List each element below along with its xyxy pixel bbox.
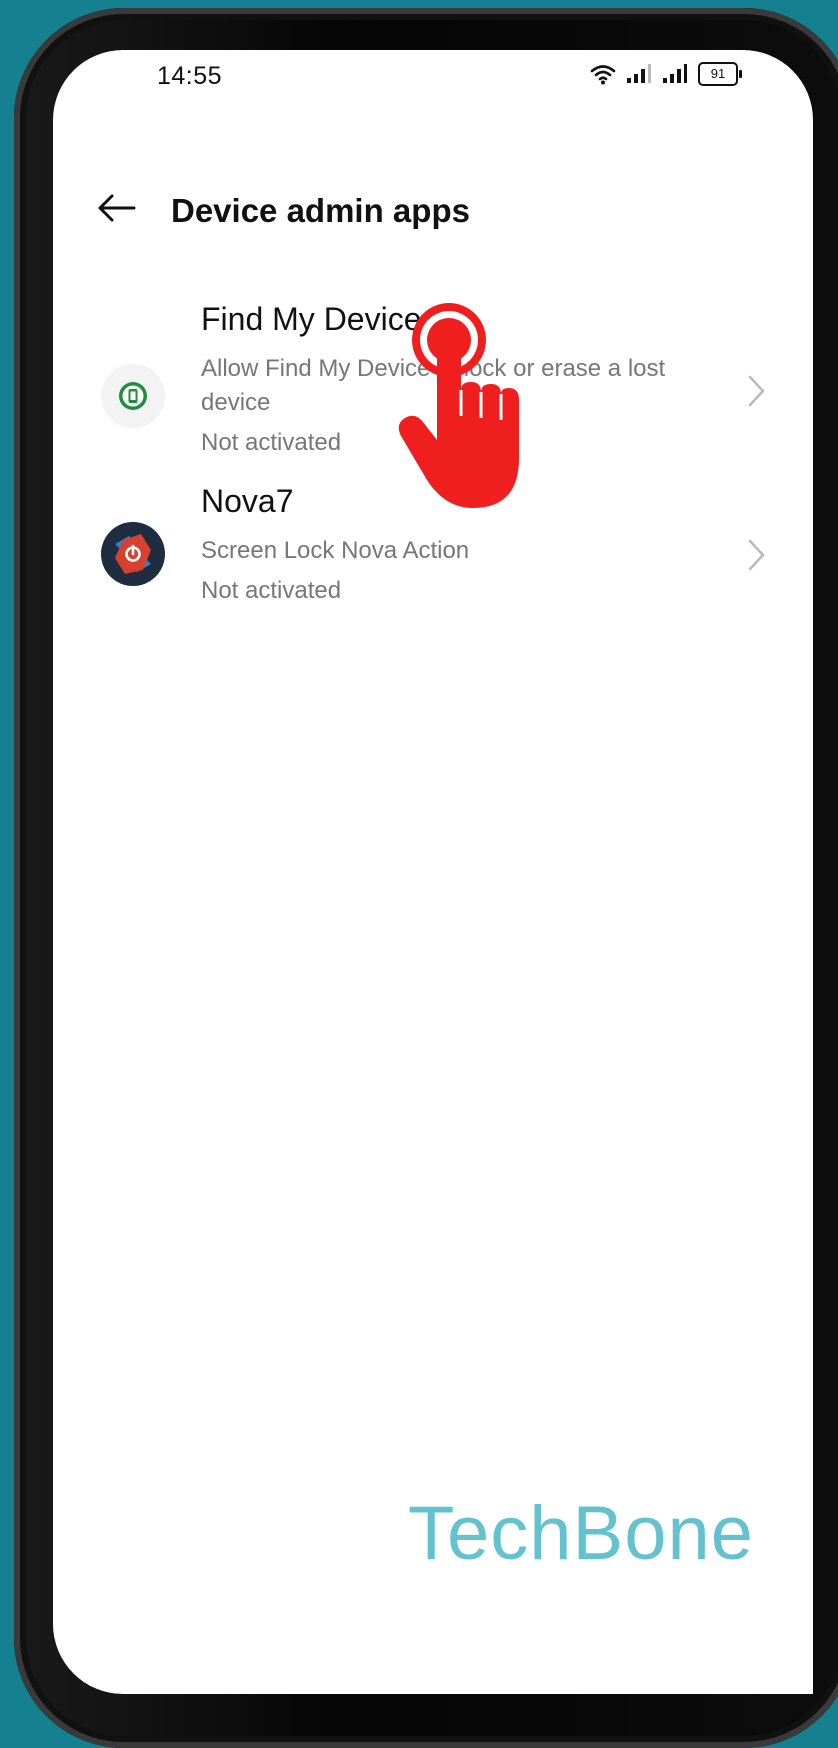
list-item-text: Nova7 Screen Lock Nova Action Not activa… <box>201 482 703 608</box>
list-item-nova7[interactable]: Nova7 Screen Lock Nova Action Not activa… <box>53 470 813 640</box>
list-item-find-my-device[interactable]: Find My Device Allow Find My Device to l… <box>53 270 813 470</box>
battery-icon: 91 <box>698 62 742 86</box>
watermark: TechBone <box>408 1491 755 1576</box>
back-arrow-icon <box>98 194 136 222</box>
find-my-device-icon <box>101 364 165 428</box>
status-bar: 14:55 91 <box>53 50 813 110</box>
status-time: 14:55 <box>157 62 223 90</box>
app-name: Nova7 <box>201 483 294 519</box>
signal-icon <box>663 64 687 83</box>
device-admin-list: Find My Device Allow Find My Device to l… <box>53 270 813 640</box>
app-description: Allow Find My Device to lock or erase a … <box>201 355 666 416</box>
list-item-text: Find My Device Allow Find My Device to l… <box>201 300 703 460</box>
app-name: Find My Device <box>201 301 422 337</box>
chevron-right-icon <box>748 539 765 571</box>
phone-screen: 14:55 91 Device admin apps Find My Devic… <box>53 50 813 1694</box>
app-status: Not activated <box>201 577 342 604</box>
app-description: Screen Lock Nova Action <box>201 537 470 564</box>
page-title: Device admin apps <box>171 192 470 229</box>
status-icons: 91 <box>590 62 742 86</box>
back-button[interactable] <box>89 180 145 236</box>
signal-icon <box>627 64 651 83</box>
app-bar: Device admin apps <box>53 170 813 270</box>
nova-icon <box>101 522 165 586</box>
chevron-right-icon <box>748 375 765 407</box>
wifi-icon <box>590 65 616 85</box>
app-status: Not activated <box>201 429 342 456</box>
